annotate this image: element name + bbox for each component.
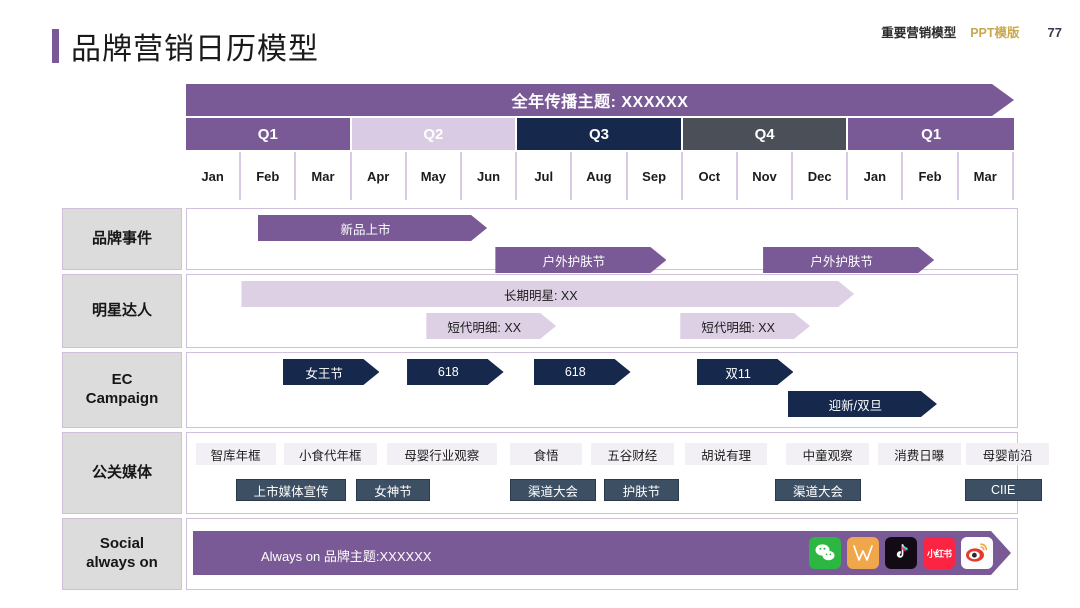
month-cell: Mar <box>296 152 349 200</box>
quarter-label: Q4 <box>755 126 775 143</box>
quarter-label: Q1 <box>258 126 278 143</box>
media-event-tag[interactable]: 渠道大会 <box>775 479 861 501</box>
month-cell: Nov <box>738 152 791 200</box>
timeline-arrow[interactable]: 618 <box>534 359 631 385</box>
header-meta: 重要营销模型 PPT模版 77 <box>881 22 1062 41</box>
media-tag[interactable]: 食悟 <box>510 443 582 465</box>
quarter-label: Q3 <box>589 126 609 143</box>
media-event-tag[interactable]: 渠道大会 <box>510 479 596 501</box>
timeline-arrow-label: 户外护肤节 <box>543 251 606 270</box>
month-cell: Aug <box>572 152 625 200</box>
quarter-cell-4: Q1 <box>848 118 1014 150</box>
timeline-arrow-label: 长期明星: XX <box>504 285 578 304</box>
timeline-arrow-label: 双11 <box>725 363 750 382</box>
timeline-arrow-label: 短代明细: XX <box>701 317 775 336</box>
header-kicker-dark: 重要营销模型 <box>881 22 956 41</box>
month-row: JanFebMarAprMayJunJulAugSepOctNovDecJanF… <box>186 152 1014 200</box>
timeline-arrow[interactable]: 长期明星: XX <box>241 281 854 307</box>
row-label: 明星达人 <box>62 274 182 348</box>
slide-canvas: 品牌营销日历模型 重要营销模型 PPT模版 77 全年传播主题: XXXXXX … <box>0 0 1080 608</box>
row-label: 品牌事件 <box>62 208 182 270</box>
weibo-icon[interactable] <box>961 537 993 569</box>
title-accent-bar <box>52 29 59 63</box>
quarter-cell-0: Q1 <box>186 118 352 150</box>
row-body: 智库年框小食代年框母婴行业观察食悟五谷财经胡说有理中童观察消费日曝母婴前沿上市媒… <box>186 432 1018 514</box>
media-tag[interactable]: 消费日曝 <box>878 443 961 465</box>
timeline-arrow[interactable]: 女王节 <box>283 359 380 385</box>
media-tag[interactable]: 母婴行业观察 <box>387 443 497 465</box>
media-tag[interactable]: 中童观察 <box>786 443 869 465</box>
month-cell: Feb <box>903 152 956 200</box>
month-cell: Jun <box>462 152 515 200</box>
timeline-arrow[interactable]: 迎新/双旦 <box>788 391 937 417</box>
title-text: 品牌营销日历模型 <box>71 24 319 68</box>
row-body: 女王节 618 618 双11 迎新/双旦 <box>186 352 1018 428</box>
social-theme-label: Always on 品牌主题:XXXXXX <box>261 546 432 565</box>
timeline-arrow-label: 新品上市 <box>341 219 391 238</box>
timeline-arrow-label: 迎新/双旦 <box>829 395 882 414</box>
timeline-arrow[interactable]: 双11 <box>697 359 794 385</box>
row-label: ECCampaign <box>62 352 182 428</box>
timeline-row: 品牌事件 新品上市户外护肤节 户外护肤节 <box>62 208 1018 270</box>
month-cell: Dec <box>793 152 846 200</box>
timeline-arrow[interactable]: 短代明细: XX <box>426 313 556 339</box>
timeline-row: ECCampaign 女王节 618 618 双11 迎新/双旦 <box>62 352 1018 428</box>
quarter-cell-3: Q4 <box>683 118 849 150</box>
timeline-arrow[interactable]: 新品上市 <box>258 215 487 241</box>
media-event-tag[interactable]: 上市媒体宣传 <box>236 479 346 501</box>
timeline-row: 公关媒体智库年框小食代年框母婴行业观察食悟五谷财经胡说有理中童观察消费日曝母婴前… <box>62 432 1018 514</box>
timeline-arrow[interactable]: 户外护肤节 <box>763 247 934 273</box>
quarter-cell-2: Q3 <box>517 118 683 150</box>
media-tag[interactable]: 五谷财经 <box>591 443 674 465</box>
media-tag[interactable]: 小食代年框 <box>284 443 377 465</box>
page-title: 品牌营销日历模型 <box>52 24 319 68</box>
month-cell: Jan <box>848 152 901 200</box>
month-cell: Apr <box>352 152 405 200</box>
timeline-arrow-label: 短代明细: XX <box>447 317 521 336</box>
month-cell: May <box>407 152 460 200</box>
month-cell: Jan <box>186 152 239 200</box>
timeline-row: 明星达人 长期明星: XX 短代明细: XX 短代明细: XX <box>62 274 1018 348</box>
media-tag[interactable]: 智库年框 <box>196 443 276 465</box>
timeline-arrow-label: 女王节 <box>305 363 343 382</box>
quarter-label: Q1 <box>921 126 941 143</box>
row-body: Always on 品牌主题:XXXXXX 小红书 <box>186 518 1018 590</box>
year-theme-label: 全年传播主题: XXXXXX <box>512 88 689 112</box>
media-event-tag[interactable]: 女神节 <box>356 479 431 501</box>
timeline-arrow[interactable]: 618 <box>407 359 504 385</box>
header-kicker-gold: PPT模版 <box>970 22 1019 41</box>
timeline-arrow[interactable]: 户外护肤节 <box>495 247 666 273</box>
xiaohongshu-icon[interactable]: 小红书 <box>923 537 955 569</box>
timeline-arrow-label: 618 <box>438 365 459 379</box>
row-label: 公关媒体 <box>62 432 182 514</box>
month-cell: Oct <box>683 152 736 200</box>
douyin-icon[interactable] <box>885 537 917 569</box>
year-theme-banner: 全年传播主题: XXXXXX <box>186 84 1014 116</box>
row-body: 新品上市户外护肤节 户外护肤节 <box>186 208 1018 270</box>
month-cell: Feb <box>241 152 294 200</box>
timeline-arrow[interactable]: 短代明细: XX <box>680 313 810 339</box>
month-cell: Sep <box>628 152 681 200</box>
quarter-row: Q1 Q2 Q3 Q4 Q1 <box>186 118 1014 150</box>
timeline-arrow-label: 618 <box>565 365 586 379</box>
quarter-label: Q2 <box>423 126 443 143</box>
quarter-cell-1: Q2 <box>352 118 518 150</box>
month-cell: Mar <box>959 152 1012 200</box>
timeline-row: Socialalways on Always on 品牌主题:XXXXXX 小红书 <box>62 518 1018 590</box>
media-tag[interactable]: 母婴前沿 <box>966 443 1049 465</box>
social-icon-group: 小红书 <box>809 537 993 569</box>
media-tag[interactable]: 胡说有理 <box>685 443 768 465</box>
page-number: 77 <box>1048 25 1062 40</box>
timeline-arrow-label: 户外护肤节 <box>810 251 873 270</box>
moments-icon[interactable] <box>847 537 879 569</box>
row-body: 长期明星: XX 短代明细: XX 短代明细: XX <box>186 274 1018 348</box>
media-event-tag[interactable]: 护肤节 <box>604 479 679 501</box>
month-cell: Jul <box>517 152 570 200</box>
row-label: Socialalways on <box>62 518 182 590</box>
media-event-tag[interactable]: CIIE <box>965 479 1042 501</box>
wechat-icon[interactable] <box>809 537 841 569</box>
